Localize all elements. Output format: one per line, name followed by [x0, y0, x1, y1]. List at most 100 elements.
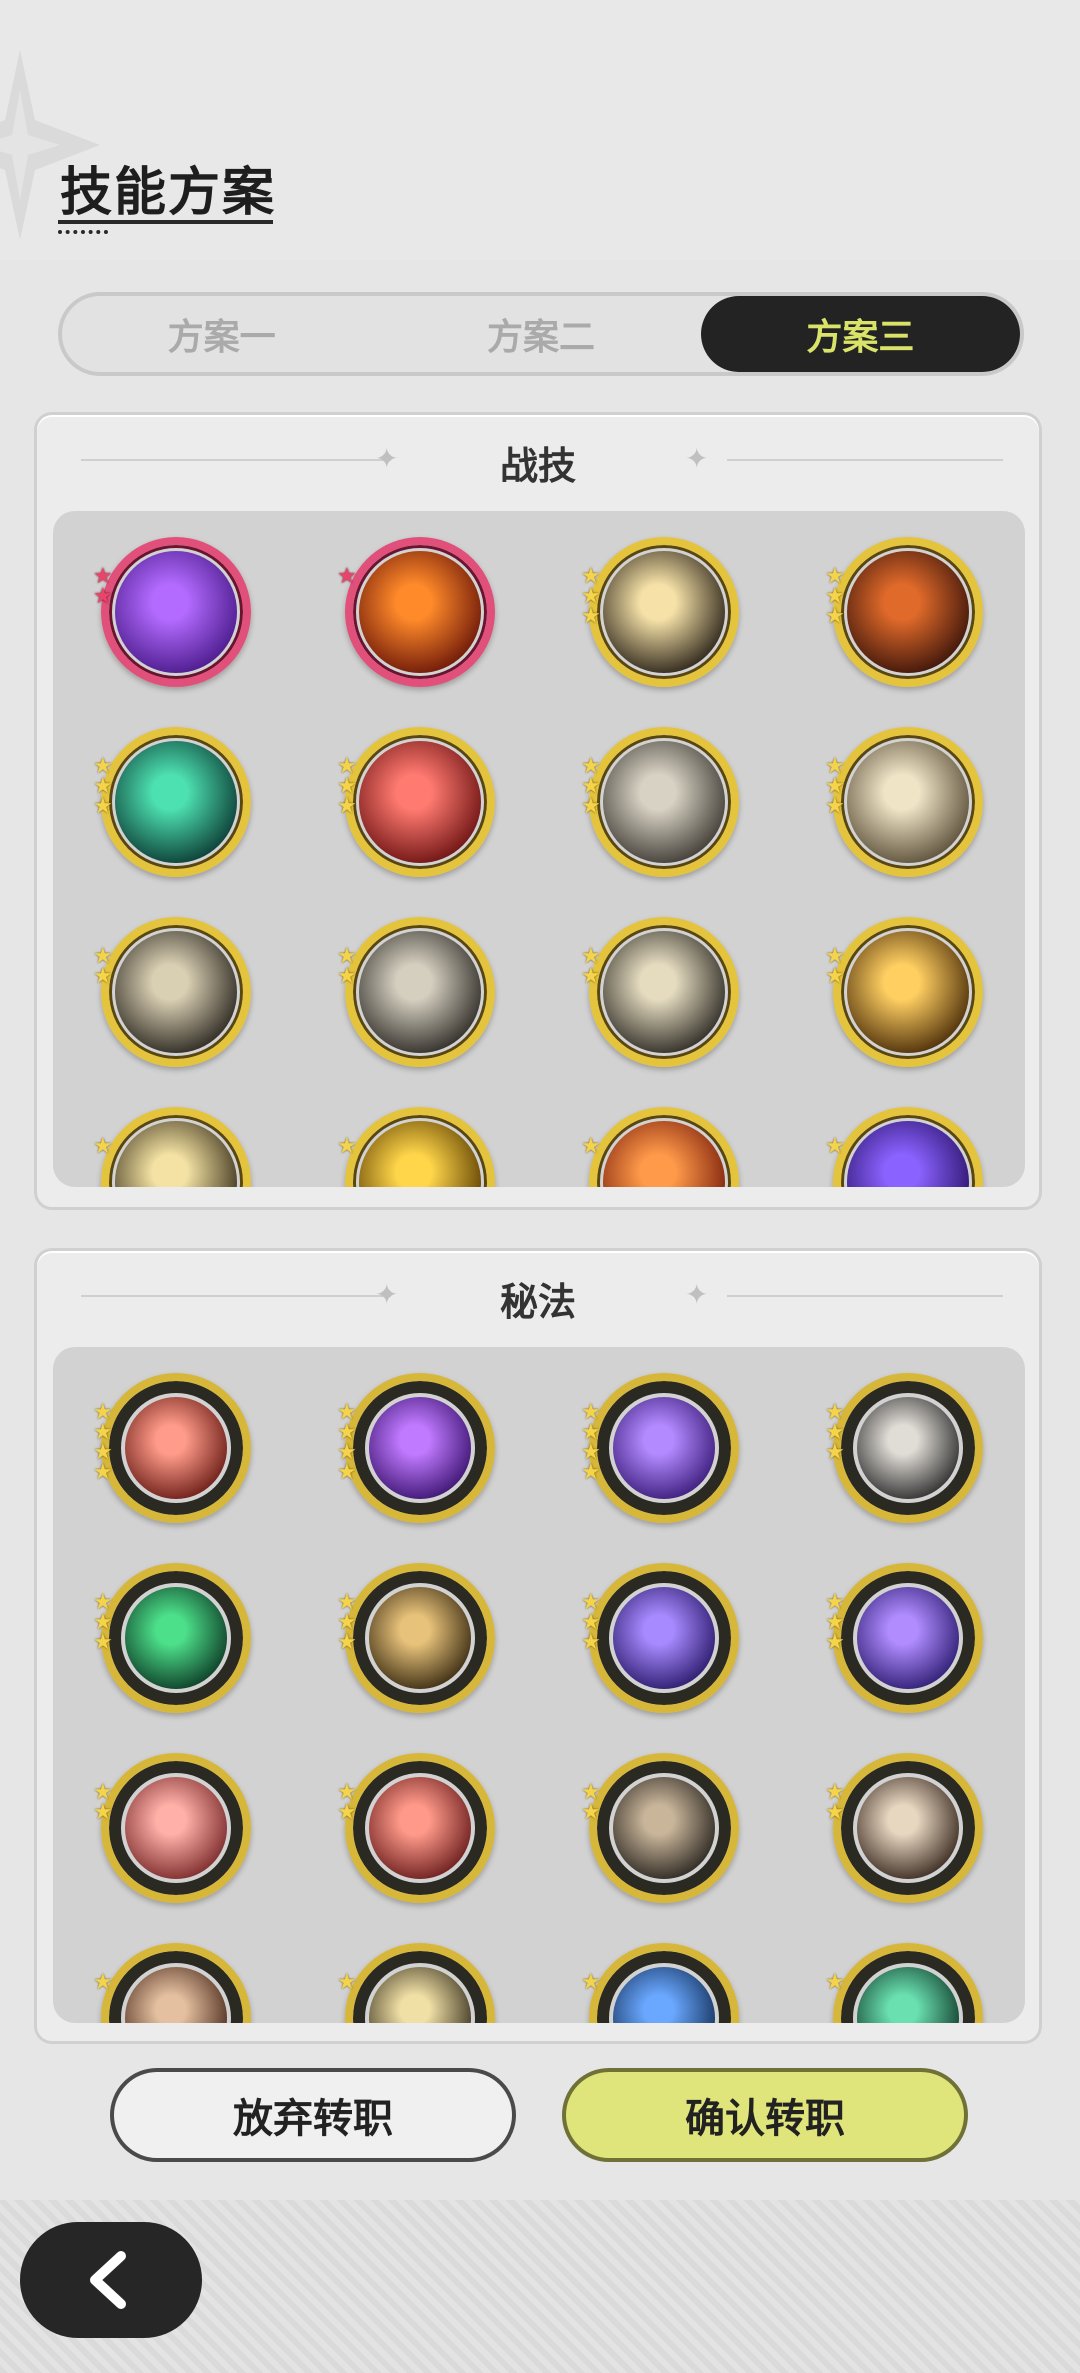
- star-rating-icon: ★ ★ ★: [825, 1590, 845, 1655]
- armor-icon: [369, 1587, 471, 1689]
- star-rating-icon: ★ ★ ★: [825, 754, 845, 819]
- arcane-skills-panel: ✦ 秘法 ✦ ★ ★ ★ ★ ★ ★ ★ ★ ★ ★ ★ ★ ★ ★ ★ ★ ★ ★ ★ ★ ★ ★ ★ ★ ★ ★ ★ ★ ★ ★ ★ ★ ★…: [34, 1248, 1042, 2044]
- skill-slot[interactable]: ★ ★: [825, 917, 983, 1067]
- purple-seal-icon: [613, 1397, 715, 1499]
- raised-sword-figure-icon: [359, 741, 481, 863]
- skill-slot[interactable]: ★: [825, 1943, 983, 2023]
- section-title: 战技: [499, 444, 576, 488]
- claw-icon: [613, 1777, 715, 1879]
- skill-slot[interactable]: ★ ★: [337, 917, 495, 1067]
- page-title: 技能方案: [60, 163, 277, 223]
- star-rating-icon: ★ ★: [825, 1780, 845, 1825]
- red-rune-orb-icon: [125, 1397, 227, 1499]
- skill-slot[interactable]: ★: [337, 537, 495, 687]
- pink-sword-icon: [125, 1777, 227, 1879]
- star-rating-icon: ★ ★ ★: [93, 754, 113, 819]
- skill-slot[interactable]: ★ ★: [825, 1753, 983, 1903]
- star-rating-icon: ★ ★: [93, 944, 113, 989]
- plan-tabs: 方案一 方案二 方案三: [58, 292, 1024, 376]
- tab-plan-2[interactable]: 方案二: [381, 296, 700, 372]
- skill-slot[interactable]: ★ ★ ★: [825, 727, 983, 877]
- skill-slot[interactable]: ★ ★: [581, 917, 739, 1067]
- star-rating-icon: ★ ★ ★ ★: [581, 1400, 601, 1485]
- star-rating-icon: ★ ★ ★ ★: [93, 1400, 113, 1485]
- abandon-class-change-button[interactable]: 放弃转职: [110, 2068, 516, 2162]
- sparkling-shield-icon: [847, 741, 969, 863]
- skill-slot[interactable]: ★ ★: [93, 1753, 251, 1903]
- charging-beasts-icon: [603, 741, 725, 863]
- skill-slot[interactable]: ★: [93, 1943, 251, 2023]
- star-rating-icon: ★: [337, 1134, 357, 1159]
- star-rating-icon: ★ ★ ★: [581, 564, 601, 629]
- skill-slot[interactable]: ★ ★: [93, 917, 251, 1067]
- star-rating-icon: ★ ★ ★: [93, 1590, 113, 1655]
- star-rating-icon: ★ ★: [825, 944, 845, 989]
- star-rating-icon: ★ ★: [337, 1780, 357, 1825]
- star-rating-icon: ★: [825, 1134, 845, 1159]
- fire-swirl-icon: [359, 551, 481, 673]
- skill-slot[interactable]: ★ ★ ★: [93, 727, 251, 877]
- star-rating-icon: ★ ★ ★: [337, 754, 357, 819]
- skill-slot[interactable]: ★ ★ ★: [581, 537, 739, 687]
- golden-swirl-icon: [847, 931, 969, 1053]
- star-rating-icon: ★ ★: [581, 944, 601, 989]
- skill-slot[interactable]: ★ ★ ★: [581, 1563, 739, 1713]
- skill-slot[interactable]: ★: [337, 1943, 495, 2023]
- purple-aura-figure-icon: [857, 1587, 959, 1689]
- skill-slot[interactable]: ★ ★ ★: [93, 1563, 251, 1713]
- skill-slot[interactable]: ★ ★ ★ ★: [337, 1373, 495, 1523]
- star-rating-icon: ★ ★ ★: [581, 1590, 601, 1655]
- explosion-burst-icon: [603, 551, 725, 673]
- star-rating-icon: ★ ★ ★: [581, 754, 601, 819]
- skill-slot[interactable]: ★ ★ ★: [337, 1563, 495, 1713]
- title-dots: [58, 230, 108, 234]
- skill-slot[interactable]: ★ ★: [93, 537, 251, 687]
- skill-slot[interactable]: ★: [581, 1943, 739, 2023]
- heart-shield-icon: [857, 1777, 959, 1879]
- star-rating-icon: ★ ★: [93, 564, 113, 609]
- green-slash-icon: [115, 741, 237, 863]
- star-rating-icon: ★: [581, 1970, 601, 1995]
- skill-slot[interactable]: ★: [825, 1107, 983, 1187]
- skill-slot[interactable]: ★ ★: [337, 1753, 495, 1903]
- skill-slot[interactable]: ★ ★ ★: [581, 727, 739, 877]
- wind-slash-icon: [115, 931, 237, 1053]
- star-rating-icon: ★: [581, 1134, 601, 1159]
- section-title: 秘法: [499, 1280, 576, 1324]
- skill-slot[interactable]: ★ ★ ★: [337, 727, 495, 877]
- title-underline: [58, 220, 273, 224]
- green-crystal-icon: [125, 1587, 227, 1689]
- star-rating-icon: ★ ★ ★: [825, 564, 845, 629]
- star-rating-icon: ★: [825, 1970, 845, 1995]
- skill-slot[interactable]: ★ ★ ★ ★: [581, 1373, 739, 1523]
- skill-grid-box: ★ ★ ★ ★ ★ ★ ★ ★ ★ ★ ★ ★ ★ ★ ★ ★ ★ ★ ★ ★ ★ ★ ★ ★ ★ ★ ★ ★ ★ ★ ★ ★ ★ ★ ★ ★ ★ ★ ★: [53, 1347, 1025, 2023]
- combat-skills-panel: ✦ 战技 ✦ ★ ★ ★ ★ ★ ★ ★ ★ ★ ★ ★ ★ ★ ★ ★ ★ ★ ★ ★ ★ ★ ★ ★ ★ ★ ★ ★ ★ ★ ★ ★ ★ ★: [34, 412, 1042, 1210]
- skill-slot[interactable]: ★ ★ ★: [825, 1563, 983, 1713]
- purple-heart-burst-icon: [115, 551, 237, 673]
- skill-slot[interactable]: ★: [93, 1107, 251, 1187]
- skill-slot[interactable]: ★ ★ ★ ★: [93, 1373, 251, 1523]
- star-rating-icon: ★: [93, 1134, 113, 1159]
- confirm-class-change-button[interactable]: 确认转职: [562, 2068, 968, 2162]
- star-rating-icon: ★: [93, 1970, 113, 1995]
- sparkle-icon: ✦: [685, 1278, 709, 1311]
- skill-slot[interactable]: ★: [337, 1107, 495, 1187]
- skill-slot[interactable]: ★ ★ ★: [825, 537, 983, 687]
- purple-flame-icon: [369, 1397, 471, 1499]
- star-rating-icon: ★ ★: [337, 944, 357, 989]
- tab-plan-3[interactable]: 方案三: [700, 296, 1020, 372]
- star-rating-icon: ★: [337, 1970, 357, 1995]
- shield-figure-icon: [857, 1397, 959, 1499]
- star-rating-icon: ★ ★: [93, 1780, 113, 1825]
- skill-slot[interactable]: ★ ★ ★: [825, 1373, 983, 1523]
- header-bar: 技能方案: [0, 0, 1080, 260]
- back-button[interactable]: [20, 2222, 202, 2338]
- purple-beast-icon: [613, 1587, 715, 1689]
- panel-header: ✦ 秘法 ✦: [37, 1251, 1039, 1341]
- skill-slot[interactable]: ★ ★: [581, 1753, 739, 1903]
- spin-slash-icon: [359, 931, 481, 1053]
- flame-orb-icon: [847, 551, 969, 673]
- tab-plan-1[interactable]: 方案一: [62, 296, 381, 372]
- star-rating-icon: ★ ★ ★ ★: [337, 1400, 357, 1485]
- skill-slot[interactable]: ★: [581, 1107, 739, 1187]
